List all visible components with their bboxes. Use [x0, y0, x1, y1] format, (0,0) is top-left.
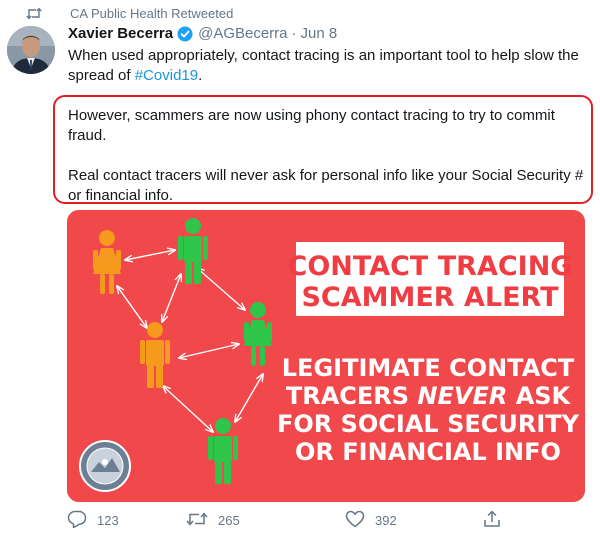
retweet-icon — [26, 7, 56, 20]
author-name[interactable]: Xavier Becerra — [68, 25, 173, 42]
highlight-paragraph-2: Real contact tracers will never ask for … — [68, 167, 584, 204]
retweet-button[interactable]: 265 — [186, 508, 240, 532]
share-button[interactable] — [483, 508, 501, 532]
body-line-3: FOR SOCIAL SECURITY — [277, 410, 580, 438]
retweet-context-label: CA Public Health Retweeted — [70, 5, 234, 21]
state-seal-icon — [79, 440, 131, 492]
separator-dot: · — [291, 25, 297, 42]
tweet-date[interactable]: Jun 8 — [301, 25, 338, 42]
body-line-2-emphasis: NEVER — [417, 382, 507, 410]
like-button[interactable]: 392 — [345, 508, 397, 532]
share-icon — [483, 510, 501, 531]
headline-line-1: CONTACT TRACING — [288, 251, 573, 282]
retweet-context[interactable]: CA Public Health Retweeted — [24, 4, 233, 22]
highlight-paragraph-1: However, scammers are now using phony co… — [68, 107, 555, 144]
heart-icon — [345, 510, 365, 531]
action-bar: 123 265 392 — [67, 508, 587, 532]
body-line-4: OR FINANCIAL INFO — [295, 438, 561, 466]
avatar[interactable] — [7, 26, 55, 74]
retweet-count: 265 — [218, 512, 240, 528]
verified-badge-icon — [177, 26, 193, 42]
body-line-2-post: ASK — [507, 382, 571, 410]
highlighted-text: However, scammers are now using phony co… — [68, 106, 588, 206]
tweet-image[interactable]: CONTACT TRACING SCAMMER ALERT LEGITIMATE… — [67, 210, 585, 502]
reply-button[interactable]: 123 — [67, 508, 119, 532]
headline-line-2: SCAMMER ALERT — [301, 282, 559, 313]
body-line-2: TRACERS NEVER ASK — [286, 382, 572, 410]
body-line-1: LEGITIMATE CONTACT — [282, 354, 575, 382]
hashtag-link[interactable]: #Covid19 — [135, 67, 198, 84]
author-handle[interactable]: @AGBecerra — [198, 25, 287, 42]
retweet-action-icon — [186, 511, 208, 530]
tweet-text: When used appropriately, contact tracing… — [68, 46, 588, 86]
body-line-2-pre: TRACERS — [286, 382, 418, 410]
reply-count: 123 — [97, 512, 119, 528]
like-count: 392 — [375, 512, 397, 528]
tweet-header: Xavier Becerra @AGBecerra · Jun 8 — [68, 25, 337, 42]
tweet-text-tail: . — [198, 67, 203, 84]
reply-icon — [67, 510, 87, 531]
